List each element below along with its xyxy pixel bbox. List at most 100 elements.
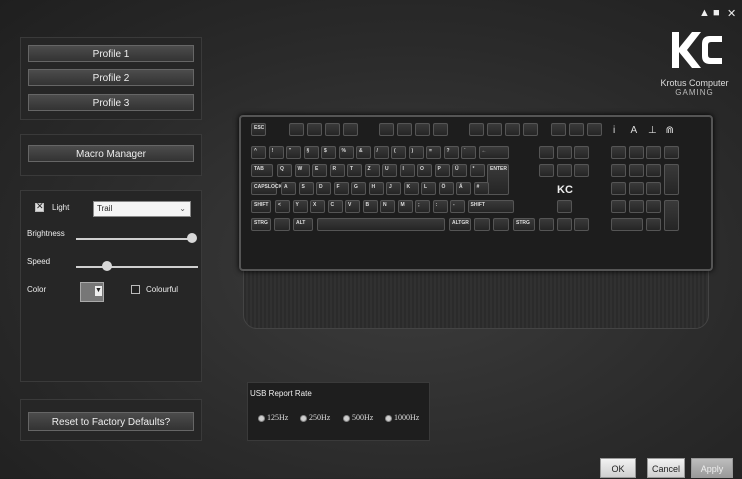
key-num-10: = [426, 146, 441, 159]
ok-button[interactable]: OK [600, 458, 636, 478]
key-bottom-7: M [397, 200, 413, 213]
key-legend: ; [418, 202, 420, 208]
key-numpad [628, 146, 644, 159]
key-altgr: ALTGR [449, 218, 471, 231]
key-arrow [556, 218, 572, 231]
key-nav [574, 146, 589, 159]
key-legend: I [402, 166, 404, 172]
key-legend: ? [446, 148, 450, 154]
key-home-11: # [473, 182, 489, 195]
keyboard-image: ESC ^! " § $% & / () =? ` ← TAB Q W E R T Z U I O P Ü * ENTER CAP… [239, 115, 713, 271]
key-bottom-1: Y [292, 200, 308, 213]
apply-button[interactable]: Apply [691, 458, 733, 478]
key-alt: ALT [293, 218, 313, 231]
key-legend: ALT [296, 220, 306, 226]
key-legend: B [365, 202, 370, 208]
key-home-4: G [351, 182, 366, 195]
usb-250-radio[interactable] [300, 415, 307, 422]
key-arrow-up [556, 200, 572, 213]
key-f4 [343, 123, 358, 136]
colourful-checkbox[interactable] [131, 285, 140, 294]
key-numpad [646, 182, 661, 195]
macro-manager-button[interactable]: Macro Manager [28, 145, 194, 162]
key-numpad [628, 200, 644, 213]
key-legend: T [350, 166, 354, 172]
cancel-button[interactable]: Cancel [647, 458, 685, 478]
krotus-logo-icon [672, 32, 722, 68]
usb-250-label: 250Hz [309, 413, 331, 422]
key-numpad-minus [663, 146, 679, 159]
key-num-11: ? [443, 146, 459, 159]
key-numpad-dot [646, 218, 661, 231]
brand-subtitle: GAMING [675, 88, 714, 97]
key-num-1: ! [268, 146, 284, 159]
usb-125-radio[interactable] [258, 415, 265, 422]
key-legend: ESC [254, 125, 265, 131]
usb-500-radio[interactable] [343, 415, 350, 422]
profile-1-button[interactable]: Profile 1 [28, 45, 194, 62]
key-nav [556, 164, 572, 177]
reset-defaults-button[interactable]: Reset to Factory Defaults? [28, 412, 194, 431]
usb-1000-label: 1000Hz [394, 413, 420, 422]
key-legend: CAPSLOCK [254, 184, 283, 190]
key-legend: % [341, 148, 346, 154]
key-legend: W [297, 166, 303, 172]
key-f10 [487, 123, 502, 136]
key-backspace: ← [478, 146, 509, 159]
key-legend: G [354, 184, 358, 190]
key-num-5: % [338, 146, 354, 159]
brightness-slider-handle[interactable] [187, 233, 197, 243]
key-legend: ALTGR [452, 220, 469, 226]
color-dropdown-icon: ▼ [95, 286, 102, 296]
key-num-12: ` [461, 146, 476, 159]
key-5: Z [364, 164, 380, 177]
restore-icon[interactable]: ■ [713, 7, 720, 19]
speed-slider-handle[interactable] [102, 261, 112, 271]
key-bottom-3: C [327, 200, 343, 213]
key-legend: K [406, 184, 411, 190]
color-picker[interactable]: ▼ [80, 282, 104, 302]
key-3: R [329, 164, 345, 177]
key-home-3: F [333, 182, 349, 195]
key-nav [556, 146, 572, 159]
indicator-icon: A [630, 125, 638, 136]
minimize-icon[interactable]: ▲ [699, 7, 710, 19]
color-label: Color [27, 285, 47, 294]
key-logo-left [274, 218, 290, 231]
key-numpad [646, 200, 661, 213]
light-checkbox[interactable]: ✕ [35, 201, 44, 212]
key-legend: SHIFT [470, 202, 485, 208]
profile-3-button[interactable]: Profile 3 [28, 94, 194, 111]
key-nav [574, 164, 589, 177]
key-home-5: H [368, 182, 384, 195]
key-legend: - [453, 202, 455, 208]
effect-select[interactable]: Trail ⌄ [93, 201, 191, 217]
key-legend: $ [324, 148, 327, 154]
key-2: E [312, 164, 327, 177]
profile-2-button[interactable]: Profile 2 [28, 69, 194, 86]
key-f3 [325, 123, 340, 136]
close-icon[interactable]: ✕ [727, 7, 736, 20]
key-numpad-enter [663, 200, 679, 231]
key-logo-right [474, 218, 490, 231]
usb-1000-radio[interactable] [385, 415, 392, 422]
key-9: P [434, 164, 450, 177]
key-space [317, 218, 445, 231]
key-legend: " [289, 148, 292, 154]
brightness-slider[interactable] [76, 238, 194, 240]
brightness-label: Brightness [27, 229, 65, 238]
key-legend: U [385, 166, 389, 172]
key-tab: TAB [251, 164, 273, 177]
key-nav [539, 164, 554, 177]
key-legend: Y [295, 202, 299, 208]
key-home-1: S [298, 182, 314, 195]
key-legend: Q [280, 166, 284, 172]
key-arrow [574, 218, 589, 231]
key-legend: Z [367, 166, 371, 172]
key-f2 [307, 123, 322, 136]
key-legend: # [476, 184, 480, 190]
speed-slider[interactable] [76, 266, 198, 268]
key-arrow [539, 218, 554, 231]
key-home-6: J [386, 182, 401, 195]
key-legend: STRG [254, 220, 268, 226]
